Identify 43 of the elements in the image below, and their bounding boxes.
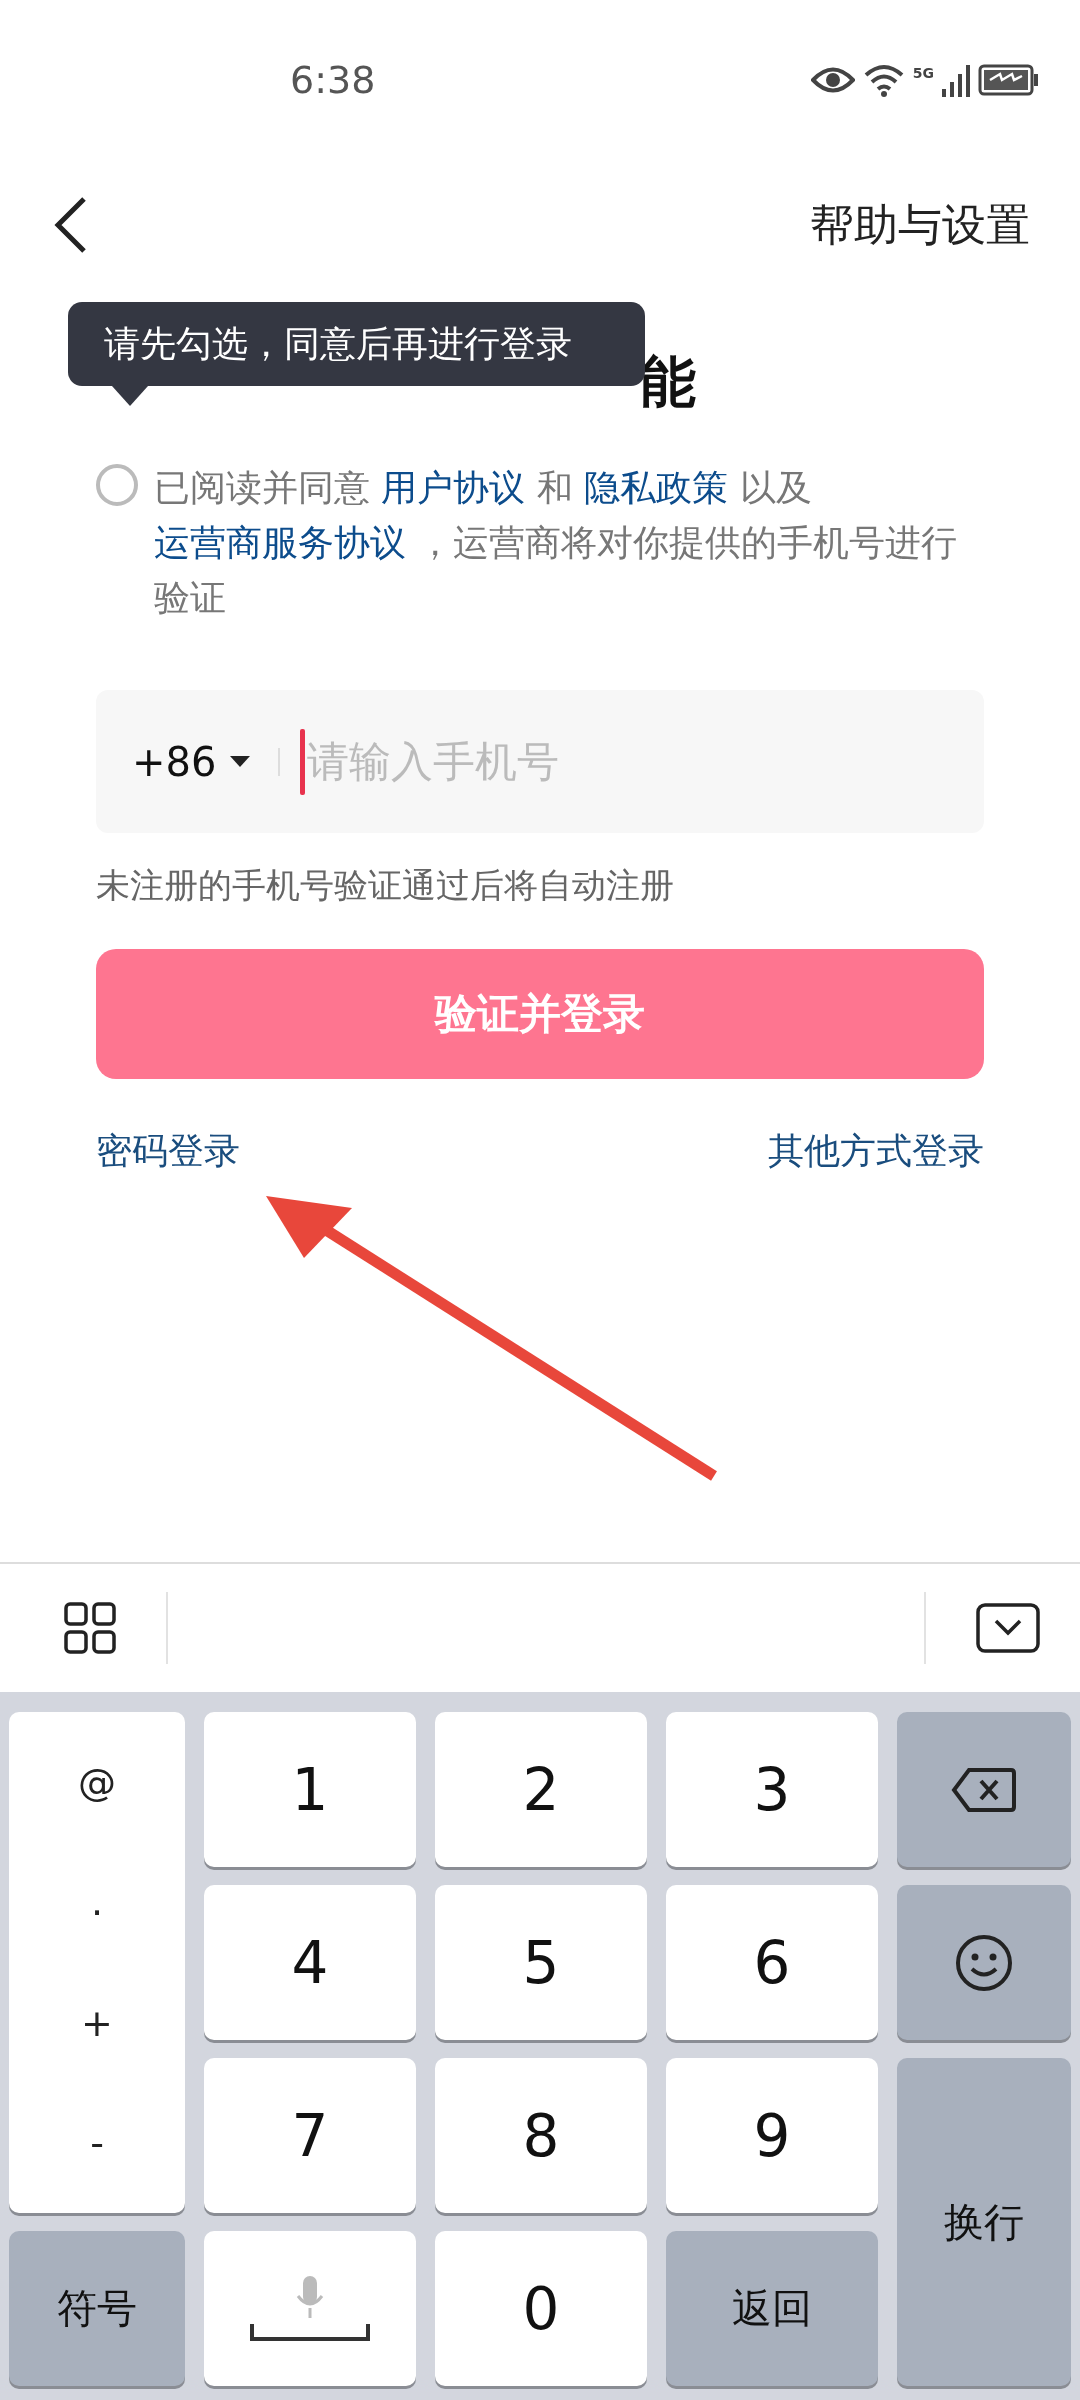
emoji-key[interactable] <box>897 1885 1071 2040</box>
smiley-icon <box>955 1933 1013 1992</box>
digit-key[interactable]: 0 <box>435 2231 647 2386</box>
symbols-key[interactable]: 符号 <box>9 2231 185 2386</box>
return-key[interactable]: 返回 <box>666 2231 878 2386</box>
symbol-key[interactable]: - <box>90 2120 104 2165</box>
eye-icon <box>810 65 855 95</box>
digit-key[interactable]: 3 <box>666 1712 878 1867</box>
tooltip-pointer <box>112 386 148 406</box>
digit-key[interactable]: 5 <box>435 1885 647 2040</box>
symbol-key[interactable]: . <box>90 1880 104 1925</box>
digit-key[interactable]: 4 <box>204 1885 416 2040</box>
dropdown-icon <box>230 755 251 768</box>
grid-icon[interactable] <box>64 1602 116 1654</box>
digit-key[interactable]: 1 <box>204 1712 416 1867</box>
hint-text: 未注册的手机号验证通过后将自动注册 <box>96 864 675 907</box>
hide-keyboard-icon[interactable] <box>976 1603 1040 1653</box>
delete-key[interactable] <box>897 1712 1071 1867</box>
signal-icon <box>942 63 970 97</box>
country-code-selector[interactable]: +86 <box>132 738 251 785</box>
status-time: 6:38 <box>290 58 376 102</box>
enter-key[interactable]: 换行 <box>897 2058 1071 2386</box>
digit-key[interactable]: 6 <box>666 1885 878 2040</box>
agreement-link[interactable]: 隐私政策 <box>584 467 729 508</box>
digit-key[interactable]: 8 <box>435 2058 647 2213</box>
digit-key[interactable]: 9 <box>666 2058 878 2213</box>
symbol-key[interactable]: + <box>81 2000 113 2045</box>
agreement-link[interactable]: 用户协议 <box>381 467 526 508</box>
wifi-icon <box>862 63 905 97</box>
spacebar-icon <box>250 2321 370 2342</box>
password-login-link[interactable]: 密码登录 <box>96 1127 240 1176</box>
phone-field[interactable]: +86 请输入手机号 <box>96 690 984 833</box>
agreement-link[interactable]: 运营商服务协议 <box>154 522 406 563</box>
microphone-icon <box>295 2275 325 2318</box>
symbol-key[interactable]: @ <box>78 1760 116 1805</box>
other-login-link[interactable]: 其他方式登录 <box>768 1127 984 1176</box>
digit-key[interactable]: 2 <box>435 1712 647 1867</box>
help-settings-link[interactable]: 帮助与设置 <box>810 195 1030 255</box>
backspace-icon <box>951 1766 1017 1813</box>
digit-key[interactable]: 7 <box>204 2058 416 2213</box>
agreement-text: 已阅读并同意 用户协议 和 隐私政策 以及 运营商服务协议 ，运营商将对你提供的手机号进行验证 <box>154 466 959 620</box>
network-label: 5G <box>912 65 934 81</box>
agreement-checkbox[interactable] <box>96 464 138 506</box>
